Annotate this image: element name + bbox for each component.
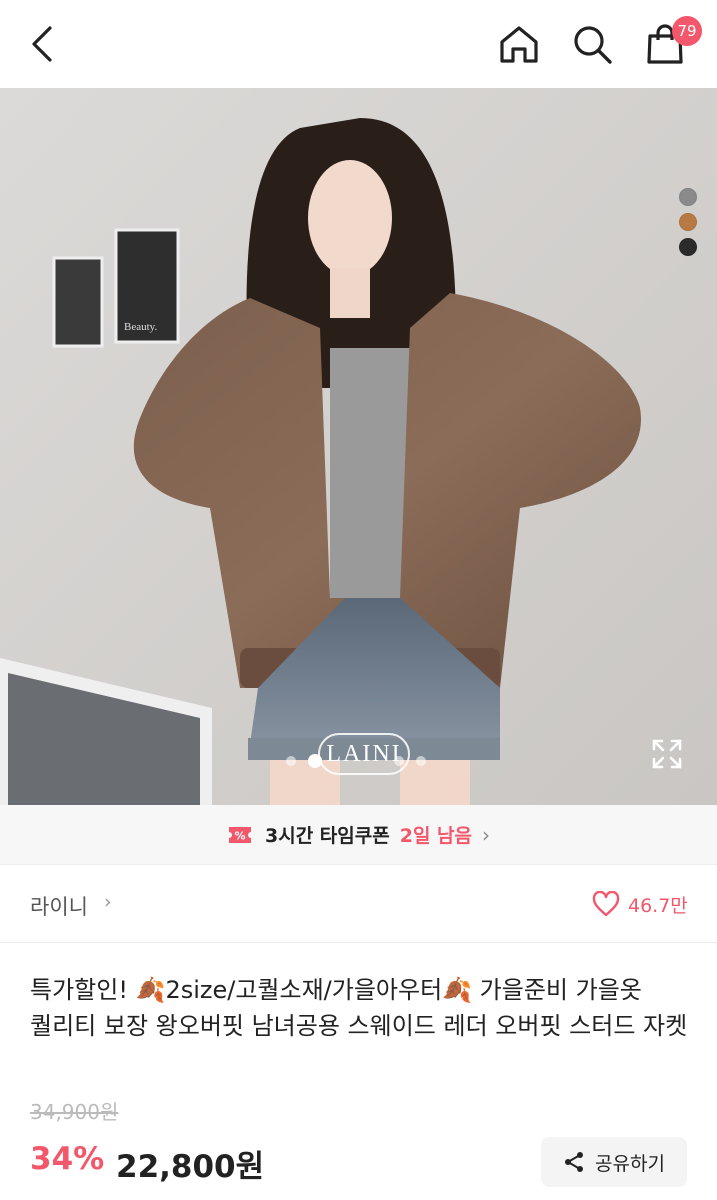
store-row: 라이니 › 46.7만 [0, 865, 717, 943]
search-icon [574, 26, 612, 64]
expand-icon [652, 739, 682, 769]
expand-image-button[interactable] [650, 737, 684, 771]
home-icon [500, 26, 538, 63]
coupon-remaining: 2일 남음 [399, 825, 472, 847]
chevron-right-icon: › [104, 891, 112, 913]
share-icon [565, 1152, 584, 1172]
sale-price: 22,800원 [116, 1149, 265, 1185]
product-title: 특가할인! 🍂2size/고퀄소재/가을아우터🍂 가을준비 가을옷 퀄리티 보장… [30, 976, 688, 1040]
product-photo: Beauty. [0, 88, 717, 805]
wall-photo-caption: Beauty. [124, 321, 157, 333]
svg-text:%: % [234, 829, 245, 842]
pager-dot[interactable] [286, 756, 296, 766]
share-button[interactable]: 공유하기 [541, 1137, 687, 1187]
search-button[interactable] [570, 22, 614, 66]
image-pager [286, 754, 426, 768]
like-button[interactable]: 46.7만 [592, 887, 688, 921]
back-icon [32, 26, 52, 62]
cart-count-badge: 79 [672, 16, 702, 46]
coupon-label: 3시간 타임쿠폰 [265, 825, 390, 847]
color-options [679, 188, 697, 263]
pager-dot-active[interactable] [308, 754, 322, 768]
like-count: 46.7만 [628, 894, 688, 917]
back-button[interactable] [24, 22, 64, 66]
pager-dot[interactable] [416, 756, 426, 766]
share-label: 공유하기 [595, 1152, 665, 1175]
home-button[interactable] [497, 22, 541, 66]
chevron-right-icon: › [482, 822, 490, 847]
color-option-brown[interactable] [679, 213, 697, 231]
heart-icon [592, 891, 620, 917]
pager-dot[interactable] [394, 756, 404, 766]
time-coupon-banner[interactable]: % 3시간 타임쿠폰 2일 남음 › [0, 805, 717, 865]
discount-rate: 34% [30, 1141, 105, 1177]
color-option-gray[interactable] [679, 188, 697, 206]
product-image[interactable]: Beauty. [0, 88, 717, 805]
coupon-icon: % [229, 826, 251, 843]
store-name-link[interactable]: 라이니 [30, 891, 88, 921]
color-option-black[interactable] [679, 238, 697, 256]
original-price: 34,900원 [30, 1100, 119, 1124]
top-bar: 79 [0, 0, 717, 88]
